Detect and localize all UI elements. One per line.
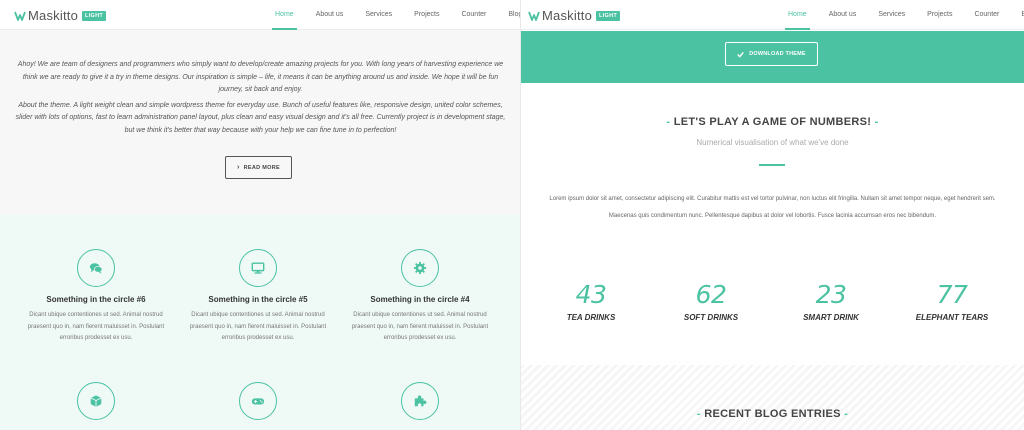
service-item-6: Something in the circle #6 Dicant ubique… bbox=[21, 249, 171, 345]
stat-label: ELEPHANT TEARS bbox=[915, 313, 989, 322]
checkmark-icon bbox=[737, 51, 745, 58]
menu-item-counter[interactable]: Counter bbox=[450, 0, 497, 30]
title-dash-left: - bbox=[666, 116, 674, 128]
service-description: Dicant ubique contentiones ut sed. Anima… bbox=[27, 312, 165, 341]
logo-name: Maskitto bbox=[542, 8, 593, 23]
service-item-4: Something in the circle #4 Dicant ubique… bbox=[345, 249, 495, 345]
service-item-5: Something in the circle #5 Dicant ubique… bbox=[183, 249, 333, 345]
service-title: Something in the circle #6 bbox=[46, 295, 146, 304]
blog-section-background bbox=[521, 365, 1024, 430]
blog-section-title: - RECENT BLOG ENTRIES - bbox=[521, 408, 1024, 420]
service-description: Dicant ubique contentiones ut sed. Anima… bbox=[351, 312, 489, 341]
service-title: Something in the circle #5 bbox=[208, 295, 308, 304]
menu-item-about-us[interactable]: About us bbox=[305, 0, 355, 30]
numbers-title-text: LET'S PLAY A GAME OF NUMBERS! bbox=[673, 116, 872, 128]
top-navigation: Maskitto LIGHT Home About us Services Pr… bbox=[521, 0, 1024, 30]
service-title: Something in the circle #4 bbox=[370, 295, 470, 304]
site-logo[interactable]: Maskitto LIGHT bbox=[14, 8, 107, 23]
services-circles-section: Something in the circle #6 Dicant ubique… bbox=[0, 215, 521, 430]
maskitto-logo-icon bbox=[528, 11, 540, 21]
menu-item-services[interactable]: Services bbox=[867, 0, 916, 30]
stat-elephant-tears: 77 ELEPHANT TEARS bbox=[902, 280, 1002, 322]
download-band: DOWNLOAD THEME bbox=[521, 31, 1024, 83]
stat-value: 23 bbox=[815, 280, 847, 309]
stat-label: SOFT DRINKS bbox=[683, 313, 739, 322]
gamepad-icon bbox=[251, 398, 265, 405]
stat-soft-drinks: 62 SOFT DRINKS bbox=[661, 280, 761, 322]
menu-item-home[interactable]: Home bbox=[777, 0, 818, 30]
menu-item-counter[interactable]: Counter bbox=[963, 0, 1010, 30]
service-item-1 bbox=[345, 382, 495, 420]
site-logo[interactable]: Maskitto LIGHT bbox=[528, 8, 621, 23]
read-more-label: READ MORE bbox=[243, 164, 280, 171]
chevron-right-icon: › bbox=[237, 164, 240, 171]
logo-badge: LIGHT bbox=[82, 10, 107, 21]
cube-icon bbox=[90, 395, 102, 407]
left-screenshot-panel: Maskitto LIGHT Home About us Services Pr… bbox=[0, 0, 521, 430]
download-theme-label: DOWNLOAD THEME bbox=[749, 51, 806, 57]
puzzle-icon bbox=[414, 395, 427, 407]
numbers-section-title: - LET'S PLAY A GAME OF NUMBERS! - bbox=[521, 116, 1024, 128]
stat-value: 43 bbox=[575, 280, 607, 309]
numbers-subtitle: Numerical visualisation of what we've do… bbox=[696, 138, 849, 147]
menu-item-blog[interactable]: Blog bbox=[497, 0, 521, 30]
menu-item-home[interactable]: Home bbox=[264, 0, 305, 30]
top-navigation: Maskitto LIGHT Home About us Services Pr… bbox=[0, 0, 521, 30]
about-intro-section: Ahoy! We are team of designers and progr… bbox=[0, 31, 521, 215]
stat-tea-drinks: 43 TEA DRINKS bbox=[541, 280, 641, 322]
service-circle[interactable] bbox=[401, 382, 439, 420]
intro-paragraph-1: Ahoy! We are team of designers and progr… bbox=[17, 61, 504, 93]
service-circle[interactable] bbox=[401, 249, 439, 287]
service-circle[interactable] bbox=[239, 382, 277, 420]
menu-item-blog[interactable]: Blog bbox=[1010, 0, 1024, 30]
stat-label: SMART DRINK bbox=[803, 313, 859, 322]
menu-item-projects[interactable]: Projects bbox=[403, 0, 450, 30]
stat-smart-drink: 23 SMART DRINK bbox=[781, 280, 881, 322]
gear-icon bbox=[413, 261, 427, 275]
numbers-body-text: Lorem ipsum dolor sit amet, consectetur … bbox=[549, 196, 996, 219]
stat-value: 77 bbox=[936, 280, 968, 309]
maskitto-logo-icon bbox=[14, 11, 26, 21]
logo-badge: LIGHT bbox=[596, 10, 621, 21]
menu-item-services[interactable]: Services bbox=[354, 0, 403, 30]
service-circle[interactable] bbox=[77, 249, 115, 287]
accent-divider bbox=[759, 164, 785, 166]
menu-item-projects[interactable]: Projects bbox=[916, 0, 963, 30]
service-item-2 bbox=[183, 382, 333, 420]
main-menu: Home About us Services Projects Counter … bbox=[264, 0, 521, 30]
service-circle[interactable] bbox=[239, 249, 277, 287]
logo-name: Maskitto bbox=[28, 8, 79, 23]
read-more-button[interactable]: › READ MORE bbox=[225, 156, 292, 179]
right-screenshot-panel: Maskitto LIGHT Home About us Services Pr… bbox=[521, 0, 1024, 430]
stat-value: 62 bbox=[695, 280, 727, 309]
title-dash-right: - bbox=[840, 408, 849, 420]
stat-label: TEA DRINKS bbox=[566, 313, 616, 322]
download-theme-button[interactable]: DOWNLOAD THEME bbox=[725, 42, 818, 66]
intro-paragraph-2: About the theme. A light weight clean an… bbox=[15, 101, 506, 134]
service-description: Dicant ubique contentiones ut sed. Anima… bbox=[189, 312, 327, 341]
service-circle[interactable] bbox=[77, 382, 115, 420]
title-dash-right: - bbox=[871, 116, 879, 128]
chat-bubbles-icon bbox=[89, 263, 103, 274]
monitor-icon bbox=[251, 262, 265, 274]
service-item-3 bbox=[21, 382, 171, 420]
blog-title-text: RECENT BLOG ENTRIES bbox=[704, 408, 841, 420]
menu-item-about-us[interactable]: About us bbox=[818, 0, 868, 30]
main-menu: Home About us Services Projects Counter … bbox=[777, 0, 1024, 30]
